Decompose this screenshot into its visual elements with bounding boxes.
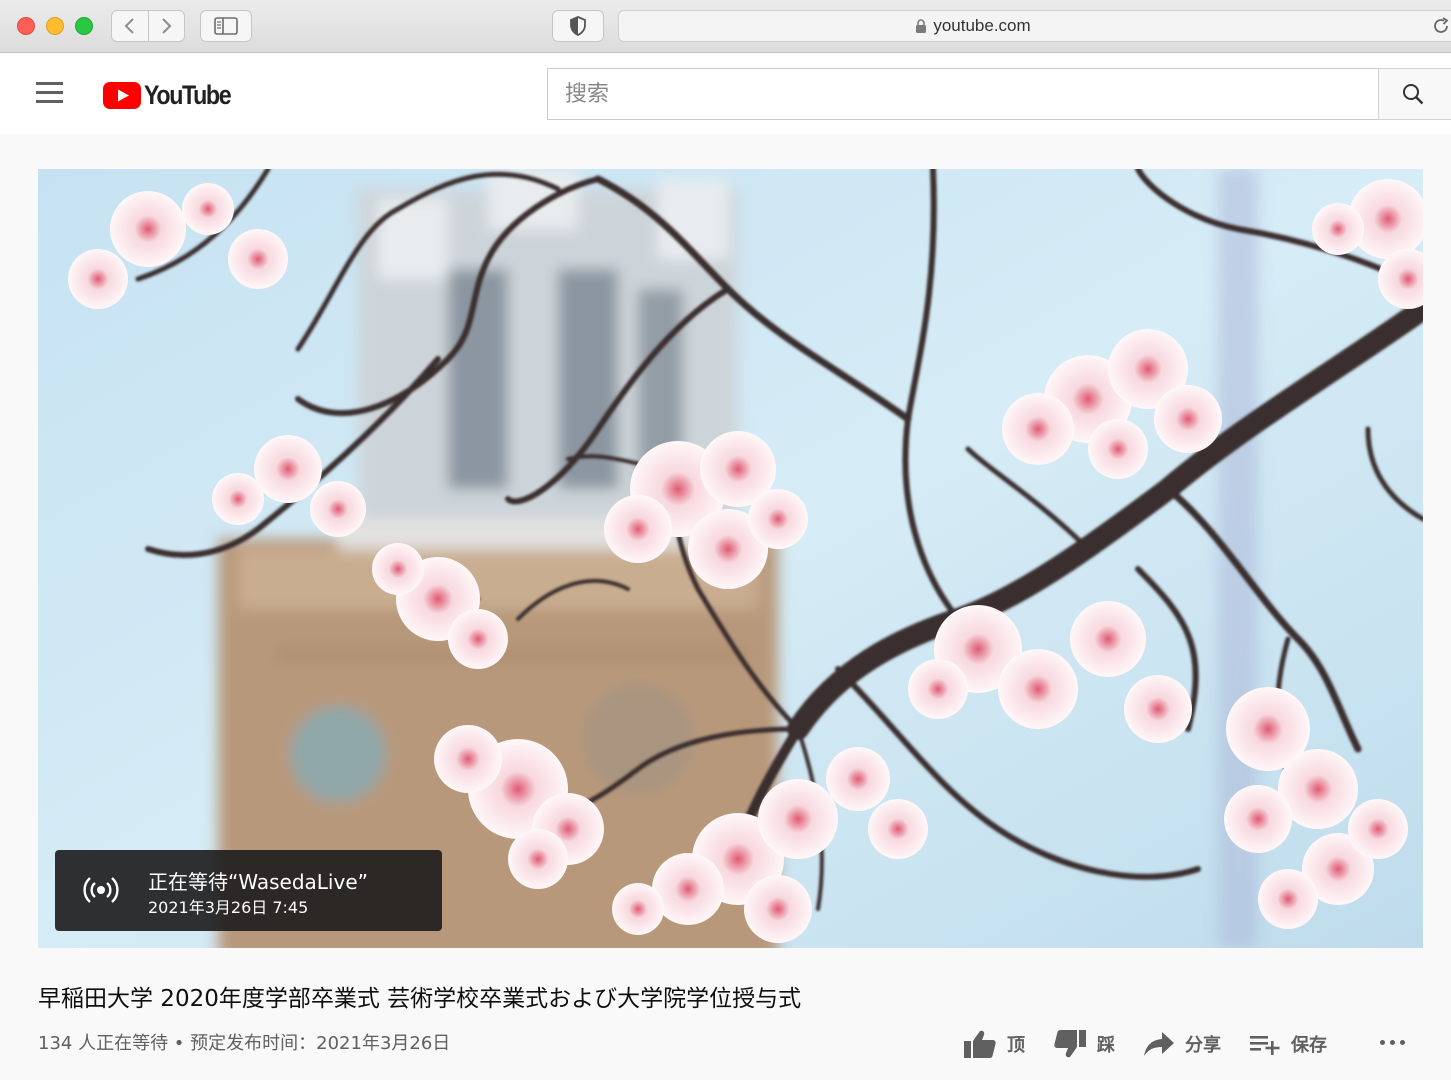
sidebar-toggle-button[interactable] [200, 10, 252, 42]
sidebar-icon [214, 17, 238, 35]
shield-icon [570, 16, 586, 36]
video-actions: 顶 踩 分享 保存 [963, 1025, 1355, 1063]
chevron-right-icon [162, 18, 172, 34]
share-label: 分享 [1185, 1035, 1221, 1056]
dislike-button[interactable]: 踩 [1053, 1029, 1115, 1059]
share-arrow-icon [1144, 1032, 1174, 1056]
video-title: 早稲田大学 2020年度学部卒業式 芸術学校卒業式および大学院学位授与式 [38, 986, 802, 1012]
chevron-left-icon [124, 18, 134, 34]
waiting-title: 正在等待“WasedaLive” [148, 870, 368, 894]
video-player[interactable]: 正在等待“WasedaLive” 2021年3月26日 7:45 [38, 169, 1423, 948]
search-field[interactable] [547, 68, 1379, 120]
reload-icon[interactable] [1431, 16, 1451, 36]
address-text: youtube.com [933, 16, 1031, 35]
youtube-header: YouTube [0, 54, 1451, 134]
maximize-window-button[interactable] [75, 17, 93, 35]
lock-icon [916, 18, 927, 33]
search-input[interactable] [548, 69, 1378, 119]
live-broadcast-icon [83, 877, 119, 903]
back-button[interactable] [112, 11, 148, 41]
minimize-window-button[interactable] [46, 17, 64, 35]
address-bar[interactable]: youtube.com [618, 10, 1451, 42]
search-icon [1403, 84, 1424, 105]
history-nav [111, 10, 185, 42]
like-label: 顶 [1007, 1035, 1025, 1056]
dislike-label: 踩 [1097, 1035, 1115, 1056]
share-button[interactable]: 分享 [1143, 1031, 1221, 1057]
close-window-button[interactable] [17, 17, 35, 35]
youtube-logo[interactable]: YouTube [103, 80, 244, 111]
like-button[interactable]: 顶 [963, 1029, 1025, 1059]
waiting-date: 2021年3月26日 7:45 [148, 898, 309, 917]
privacy-report-button[interactable] [552, 10, 604, 42]
thumbs-up-icon [964, 1030, 996, 1058]
youtube-play-icon [103, 82, 141, 109]
save-label: 保存 [1291, 1035, 1327, 1056]
guide-menu-button[interactable] [36, 82, 64, 106]
save-button[interactable]: 保存 [1249, 1031, 1327, 1057]
playlist-add-icon [1250, 1036, 1280, 1055]
thumbs-down-icon [1054, 1030, 1086, 1058]
video-meta: 134 人正在等待 • 预定发布时间：2021年3月26日 [38, 1033, 451, 1054]
more-actions-button[interactable] [1380, 1040, 1405, 1045]
search-button[interactable] [1378, 68, 1451, 120]
premiere-waiting-card: 正在等待“WasedaLive” 2021年3月26日 7:45 [55, 850, 442, 931]
logo-text: YouTube [144, 80, 232, 110]
more-dots-icon [1380, 1040, 1385, 1045]
forward-button[interactable] [147, 11, 185, 41]
browser-toolbar: youtube.com [0, 0, 1451, 53]
video-thumbnail [38, 169, 1423, 948]
hamburger-icon [36, 82, 63, 85]
